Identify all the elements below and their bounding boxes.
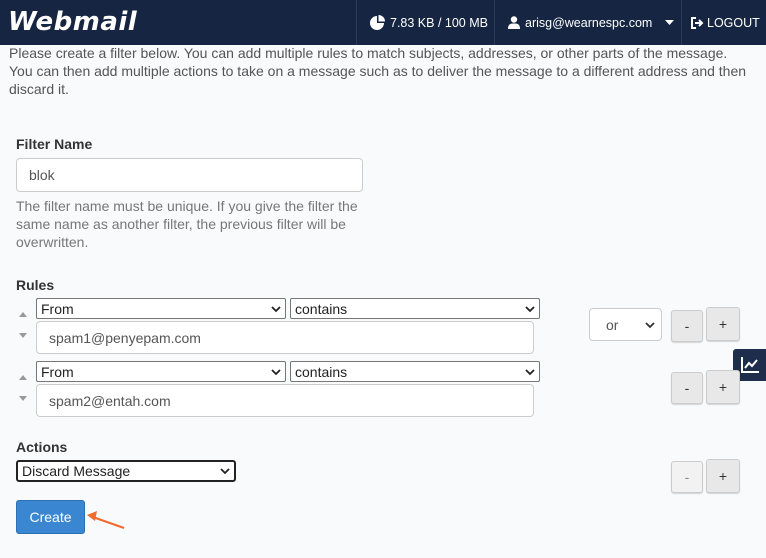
create-button[interactable]: Create [16,500,85,534]
chevron-down-icon [271,368,281,375]
line-chart-icon [740,357,759,373]
user-icon [508,16,520,29]
rule-2-value-input[interactable]: spam2@entah.com [36,384,534,417]
chevron-down-icon [525,368,535,375]
annotation-arrow-icon [87,511,125,529]
rule-2-operator-select[interactable]: contains [290,361,540,382]
user-menu[interactable]: arisg@wearnespc.com [508,0,675,45]
action-remove-button[interactable]: - [671,461,703,493]
chevron-down-icon [220,468,230,475]
rule-2-field-value: From [41,363,74,380]
logout-link[interactable]: LOGOUT [690,0,760,45]
user-email: arisg@wearnespc.com [525,15,653,30]
webmail-logo[interactable]: Webmail [8,7,137,37]
rule-2-operator-value: contains [295,363,348,380]
filter-name-label: Filter Name [16,136,93,152]
rule-1-value: spam1@penyepam.com [49,329,201,346]
rule-1-operator-value: contains [295,300,348,317]
separator [494,0,495,45]
filter-name-help: The filter name must be unique. If you g… [16,198,358,250]
move-up-icon[interactable] [19,312,27,317]
action-add-button[interactable]: + [706,459,740,493]
chevron-down-icon [271,305,281,312]
rule-1-operator-select[interactable]: contains [290,298,540,319]
rule-1-remove-button[interactable]: - [671,310,703,342]
intro-text: Please create a filter below. You can ad… [9,45,747,97]
rule-2-field-select[interactable]: From [36,361,286,382]
action-value: Discard Message [22,463,131,479]
move-down-icon[interactable] [19,396,27,401]
rule-conjunction-select[interactable]: or [589,308,662,341]
rule-2-add-button[interactable]: + [706,370,740,404]
logout-label: LOGOUT [707,15,760,30]
rule-1-field-select[interactable]: From [36,298,286,319]
rule-2-value: spam2@entah.com [49,392,171,409]
filter-name-input[interactable]: blok [16,158,363,192]
rule-1-field-value: From [41,300,74,317]
conjunction-value: or [606,316,619,333]
chevron-down-icon [645,321,655,328]
actions-label: Actions [16,439,68,455]
top-bar: Webmail 7.83 KB / 100 MB arisg@wearnespc… [0,0,766,45]
caret-down-icon [665,20,675,25]
action-select[interactable]: Discard Message [16,460,236,482]
filter-name-value: blok [29,167,55,183]
separator [681,0,682,45]
rules-label: Rules [16,277,55,293]
rule-1-value-input[interactable]: spam1@penyepam.com [36,321,534,354]
sign-out-icon [691,16,704,29]
disk-usage-text: 7.83 KB / 100 MB [390,15,488,30]
rule-2-remove-button[interactable]: - [671,372,703,404]
separator [356,0,357,45]
move-down-icon[interactable] [19,333,27,338]
rule-1-add-button[interactable]: + [706,307,740,341]
disk-usage[interactable]: 7.83 KB / 100 MB [369,0,488,45]
move-up-icon[interactable] [19,375,27,380]
chevron-down-icon [525,305,535,312]
pie-chart-icon [370,14,385,30]
